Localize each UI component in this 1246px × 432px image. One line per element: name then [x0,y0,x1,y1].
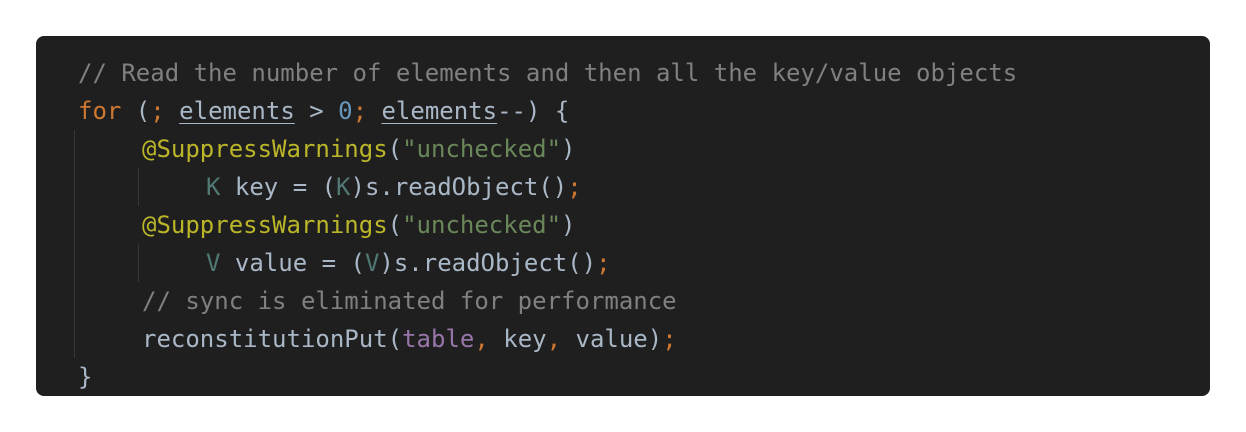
indent-guide [74,244,75,282]
semicolon: ; [352,97,368,125]
punctuation: ( [121,97,151,125]
indent-guide [138,168,139,206]
indent-guide [74,168,75,206]
indent-guide [74,320,75,358]
code-text: key = ( [220,173,337,201]
code-text: value = ( [220,249,365,277]
argument-key: key [488,325,547,353]
type-name: K [336,173,351,201]
type-name: K [206,173,221,201]
code-line-9: } [78,358,1210,396]
operator: > [294,97,339,125]
code-line-5: @SuppressWarnings("unchecked") [74,206,1210,244]
closing-brace: } [78,363,93,391]
indent-guide [138,244,139,282]
code-editor: // Read the number of elements and then … [36,36,1210,396]
code-text: )s.readObject() [350,173,568,201]
punctuation: ) [561,211,576,239]
code-line-1: // Read the number of elements and then … [78,54,1210,92]
method-call: reconstitutionPut( [142,325,403,353]
code-text: )s.readObject() [379,249,597,277]
number-literal: 0 [338,97,353,125]
code-line-3: @SuppressWarnings("unchecked") [74,130,1210,168]
punctuation: ( [387,135,403,163]
punctuation: ) [561,135,576,163]
code-line-6: V value = (V)s.readObject(); [74,244,1210,282]
code-line-4: K key = (K)s.readObject(); [74,168,1210,206]
code-line-2: for (; elements > 0; elements--) { [78,92,1210,130]
semicolon: ; [150,97,165,125]
argument-value: value) [561,325,663,353]
type-name: V [206,249,221,277]
semicolon: ; [662,325,677,353]
comma: , [474,325,489,353]
string-literal: "unchecked" [402,211,562,239]
code-line-7: // sync is eliminated for performance [74,282,1210,320]
annotation: @SuppressWarnings [142,211,388,239]
indent-guide [74,130,75,168]
comment: // sync is eliminated for performance [142,287,677,315]
comma: , [546,325,562,353]
semicolon: ; [596,249,611,277]
comment: // Read the number of elements and then … [78,59,1018,87]
indent-guide [74,282,75,320]
variable-elements: elements [381,97,498,125]
indent-guide [74,206,75,244]
punctuation: --) { [497,97,570,125]
annotation: @SuppressWarnings [142,135,388,163]
punctuation: ( [387,211,403,239]
field-table: table [402,325,475,353]
type-name: V [364,249,380,277]
variable-elements: elements [179,97,295,125]
semicolon: ; [567,173,582,201]
string-literal: "unchecked" [402,135,562,163]
code-line-8: reconstitutionPut(table, key, value); [74,320,1210,358]
keyword-for: for [78,97,122,125]
